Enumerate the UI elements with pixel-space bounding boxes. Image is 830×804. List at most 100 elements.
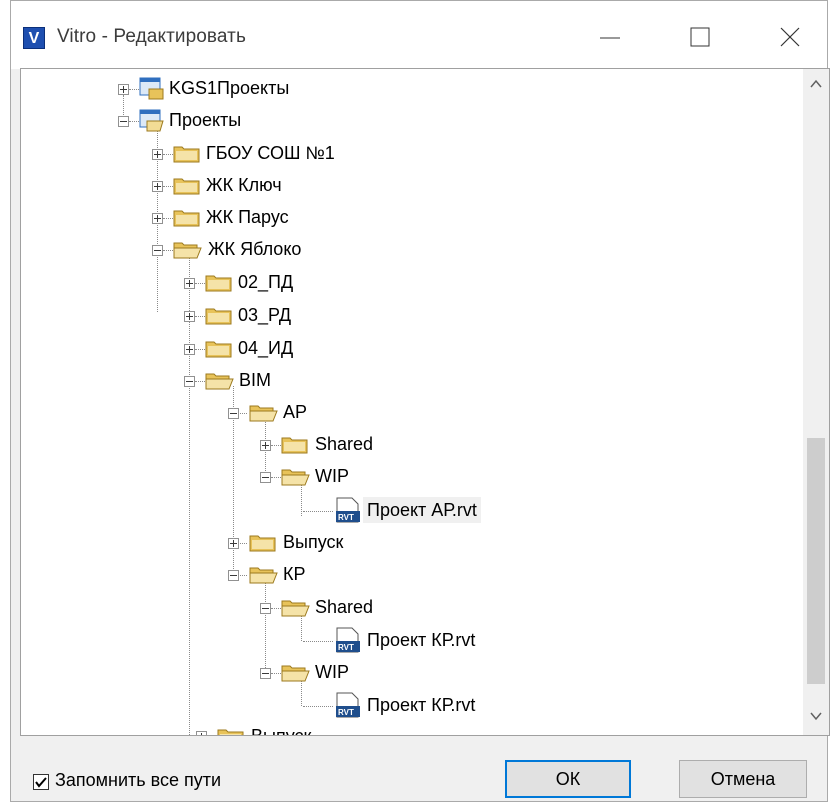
folder-open-icon xyxy=(249,567,278,584)
expand-toggle[interactable] xyxy=(152,149,163,160)
ok-button[interactable]: ОК xyxy=(505,760,631,798)
tree-line xyxy=(189,256,190,735)
tree-line xyxy=(271,477,281,478)
folder-icon xyxy=(217,729,244,735)
folder-icon xyxy=(205,341,232,358)
tree-line xyxy=(195,349,205,350)
svg-text:RVT: RVT xyxy=(338,708,354,717)
folder-icon xyxy=(205,308,232,325)
tree-node-label[interactable]: Выпуск xyxy=(251,723,311,735)
svg-text:RVT: RVT xyxy=(338,643,354,652)
collapse-toggle[interactable] xyxy=(184,376,195,387)
project-folder-open-icon xyxy=(139,109,164,132)
tree-node-label[interactable]: 04_ИД xyxy=(238,335,293,361)
rvt-file-icon: RVT xyxy=(336,692,360,718)
folder-open-icon xyxy=(281,665,310,682)
project-folder-icon xyxy=(139,77,164,100)
tree-node-label[interactable]: 02_ПД xyxy=(238,269,293,295)
expand-toggle[interactable] xyxy=(118,84,129,95)
folder-open-icon xyxy=(249,405,278,422)
tree-node-label[interactable]: Shared xyxy=(315,431,373,457)
expand-toggle[interactable] xyxy=(184,278,195,289)
collapse-toggle[interactable] xyxy=(118,116,129,127)
remember-paths-checkbox[interactable] xyxy=(33,774,49,790)
folder-icon xyxy=(173,178,200,195)
folder-icon xyxy=(249,535,276,552)
tree-node-label[interactable]: ЖК Ключ xyxy=(206,172,282,198)
expand-toggle[interactable] xyxy=(228,538,239,549)
tree-line xyxy=(163,250,173,251)
tree-node-label[interactable]: BIM xyxy=(239,367,271,393)
close-button[interactable] xyxy=(753,13,825,59)
title-bar: V Vitro - Редактировать xyxy=(11,1,827,69)
expand-toggle[interactable] xyxy=(260,440,271,451)
collapse-toggle[interactable] xyxy=(260,603,271,614)
folder-open-icon xyxy=(281,600,310,617)
cancel-button[interactable]: Отмена xyxy=(679,760,807,798)
tree-line xyxy=(303,706,333,707)
collapse-toggle[interactable] xyxy=(228,408,239,419)
expand-toggle[interactable] xyxy=(152,181,163,192)
tree-node-label[interactable]: ЖК Яблоко xyxy=(208,236,301,262)
rvt-file-icon: RVT xyxy=(336,497,360,523)
tree-line xyxy=(129,121,139,122)
checkmark-icon xyxy=(35,777,47,788)
tree-node-label[interactable]: ГБОУ СОШ №1 xyxy=(206,140,335,166)
collapse-toggle[interactable] xyxy=(228,570,239,581)
tree-line xyxy=(271,445,281,446)
folder-open-icon xyxy=(173,242,202,259)
collapse-toggle[interactable] xyxy=(260,472,271,483)
vitro-app-icon: V xyxy=(23,27,45,49)
tree-node-label[interactable]: Проект КР.rvt xyxy=(367,627,475,653)
tree-node-label[interactable]: Shared xyxy=(315,594,373,620)
tree-line xyxy=(163,218,173,219)
folder-open-icon xyxy=(281,469,310,486)
tree-node-label[interactable]: WIP xyxy=(315,463,349,489)
dialog-footer: Запомнить все пути ОК Отмена xyxy=(11,736,827,801)
window-title: Vitro - Редактировать xyxy=(57,26,246,47)
folder-tree[interactable]: KGS1Проекты Проекты ГБОУ СОШ №1 ЖК Ключ … xyxy=(20,68,830,736)
vertical-scrollbar[interactable] xyxy=(803,69,829,735)
tree-node-label[interactable]: Проект КР.rvt xyxy=(367,692,475,718)
maximize-button[interactable] xyxy=(663,13,735,59)
tree-line xyxy=(129,89,139,90)
minimize-button[interactable] xyxy=(573,13,645,59)
collapse-toggle[interactable] xyxy=(152,245,163,256)
scrollbar-thumb[interactable] xyxy=(807,438,825,684)
scroll-up-icon[interactable] xyxy=(807,75,825,93)
folder-icon xyxy=(173,146,200,163)
dialog-window: V Vitro - Редактировать KGS1Проекты Прое… xyxy=(10,0,830,802)
tree-line xyxy=(271,608,281,609)
tree-line xyxy=(163,186,173,187)
folder-icon xyxy=(281,437,308,454)
desktop-edge xyxy=(0,0,10,804)
tree-line xyxy=(195,316,205,317)
collapse-toggle[interactable] xyxy=(260,668,271,679)
tree-node-label[interactable]: Выпуск xyxy=(283,529,343,555)
tree-node-label[interactable]: АР xyxy=(283,399,307,425)
close-icon xyxy=(780,27,800,47)
remember-paths-label[interactable]: Запомнить все пути xyxy=(55,770,221,791)
tree-node-label[interactable]: ЖК Парус xyxy=(206,204,289,230)
tree-node-label[interactable]: Проекты xyxy=(169,107,241,133)
tree-node-label-selected[interactable]: Проект АР.rvt xyxy=(363,497,481,523)
expand-toggle[interactable] xyxy=(184,311,195,322)
tree-line xyxy=(303,641,333,642)
tree-node-label[interactable]: WIP xyxy=(315,659,349,685)
expand-toggle[interactable] xyxy=(184,344,195,355)
tree-node-label[interactable]: 03_РД xyxy=(238,302,291,328)
rvt-file-icon: RVT xyxy=(336,627,360,653)
tree-line xyxy=(195,381,205,382)
folder-icon xyxy=(173,210,200,227)
expand-toggle[interactable] xyxy=(152,213,163,224)
tree-line xyxy=(163,154,173,155)
tree-node-label[interactable]: КР xyxy=(283,561,306,587)
tree-line xyxy=(271,673,281,674)
folder-icon xyxy=(205,275,232,292)
tree-line xyxy=(303,511,333,512)
scroll-down-icon[interactable] xyxy=(807,707,825,725)
tree-node-label[interactable]: KGS1Проекты xyxy=(169,75,289,101)
folder-open-icon xyxy=(205,373,234,390)
maximize-icon xyxy=(690,27,710,47)
minimize-icon xyxy=(600,37,620,39)
